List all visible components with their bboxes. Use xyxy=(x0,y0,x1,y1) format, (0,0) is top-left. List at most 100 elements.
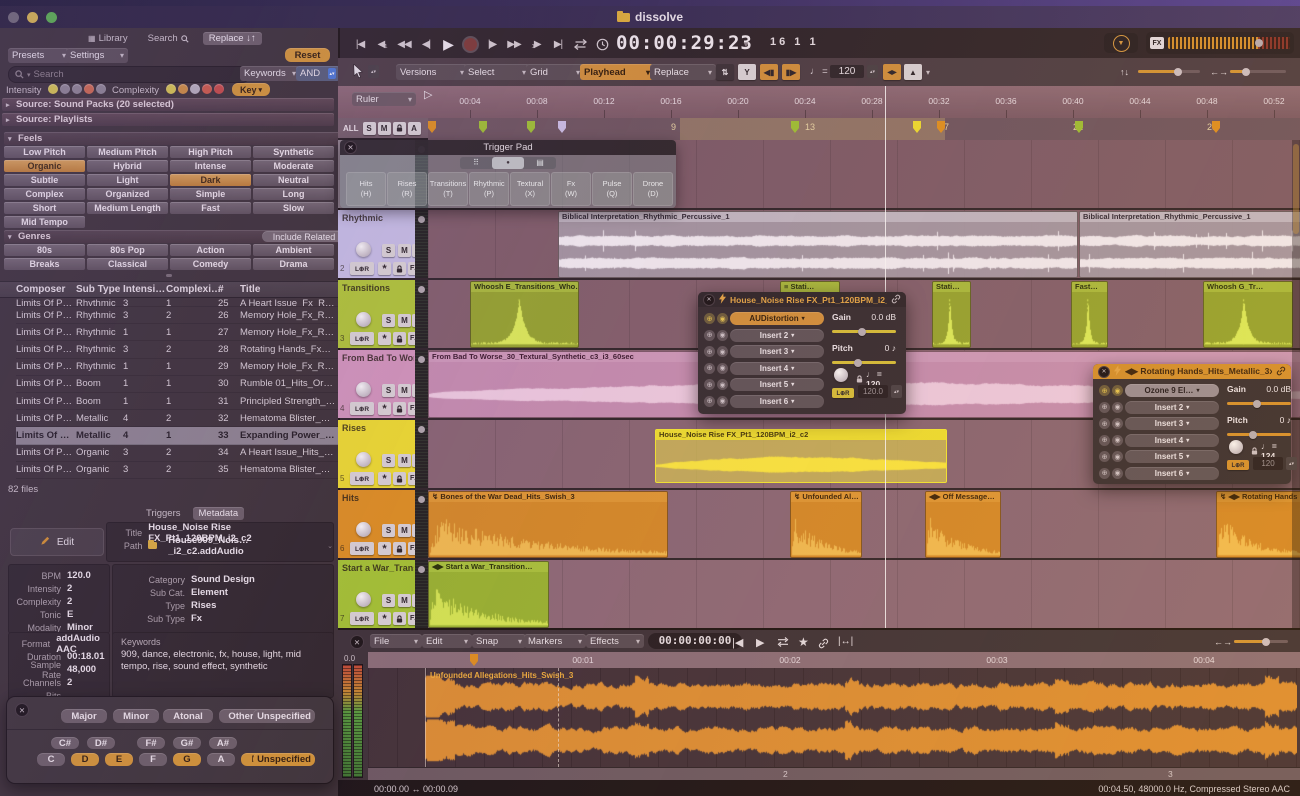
track-mute-button[interactable]: M xyxy=(398,314,411,327)
pad-view-segmented-control[interactable]: ⠿ ● ▤ xyxy=(460,157,556,169)
pan-icon[interactable]: ◀▶ xyxy=(883,64,901,80)
play-start-marker[interactable]: ▷ xyxy=(424,88,432,101)
key-unspecified-button[interactable]: Unspecified xyxy=(253,753,315,766)
track-solo-button[interactable]: S xyxy=(382,594,395,607)
intensity-dot-2[interactable] xyxy=(60,84,70,94)
insert-power-icon[interactable]: ◉ xyxy=(1112,468,1123,479)
feel-slow[interactable]: Slow xyxy=(253,202,334,214)
keywords-dropdown[interactable]: Keywords▾ xyxy=(240,66,300,81)
track-solo-button[interactable]: S xyxy=(382,384,395,397)
column-header-[interactable]: # xyxy=(218,284,240,295)
editor-menu-markers[interactable]: Markers▾ xyxy=(524,634,586,648)
table-row[interactable]: Limits Of Per…Boom1131Principled Strengt… xyxy=(16,393,338,410)
track-mute-button[interactable]: M xyxy=(398,384,411,397)
feel-mid-tempo[interactable]: Mid Tempo xyxy=(4,216,85,228)
editor-menu-snap[interactable]: Snap▾ xyxy=(472,634,526,648)
all-mute-button[interactable]: M xyxy=(378,122,391,135)
track-volume-knob[interactable] xyxy=(356,522,371,537)
track-freeze-icon[interactable]: * xyxy=(378,402,391,415)
insert-route-icon[interactable]: ⊕ xyxy=(704,396,715,407)
trigger-pad-rises[interactable]: Rises(R) xyxy=(387,172,427,206)
timeline-marker[interactable] xyxy=(428,121,436,133)
complexity-dot-4[interactable] xyxy=(202,84,212,94)
insert-power-icon[interactable]: ◉ xyxy=(717,313,728,324)
ruler-dropdown[interactable]: Ruler▾ xyxy=(352,92,416,106)
tab-search[interactable]: Search xyxy=(142,32,195,45)
playhead-dropdown[interactable]: Playhead▾ xyxy=(580,64,654,80)
track-header-rhythmic[interactable]: RhythmicSMA2L⊕R*FX xyxy=(338,210,428,278)
editor-timecode[interactable]: 00:00:00:00 xyxy=(648,633,742,649)
table-row[interactable]: Limits Of Per…Metallic4232Hematoma Blist… xyxy=(16,410,338,427)
table-row[interactable]: Limits Of Per…Rhythmic3226Memory Hole_Fx… xyxy=(16,307,338,324)
editor-menu-effects[interactable]: Effects▾ xyxy=(586,634,644,648)
trigger-pad-textural[interactable]: Textural(X) xyxy=(510,172,550,206)
tab-metadata[interactable]: Metadata xyxy=(193,507,245,520)
track-volume-knob[interactable] xyxy=(356,382,371,397)
key-note-a[interactable]: A xyxy=(207,753,235,766)
clip-stati[interactable]: Stati… xyxy=(932,281,971,348)
splitter-handle[interactable] xyxy=(166,274,172,277)
insert-route-icon[interactable]: ⊕ xyxy=(704,330,715,341)
insert-route-icon[interactable]: ⊕ xyxy=(1099,468,1110,479)
track-lr-button[interactable]: L⊕R xyxy=(350,542,374,555)
plugin-tempo-field[interactable]: 120 xyxy=(1253,457,1283,470)
insert-power-icon[interactable]: ◉ xyxy=(717,379,728,390)
track-lock-icon[interactable] xyxy=(393,402,406,415)
favorite-star-icon[interactable]: ★ xyxy=(798,635,809,649)
key-mode-major[interactable]: Major xyxy=(61,709,107,723)
grid-view-icon[interactable]: ⠿ xyxy=(460,157,492,169)
track-lr-button[interactable]: L⊕R xyxy=(350,332,374,345)
source-sound-packs-20-selected[interactable]: ▸Source: Sound Packs (20 selected) xyxy=(2,98,334,111)
source-playlists[interactable]: ▸Source: Playlists xyxy=(2,113,334,126)
clip-start-a-war-transition[interactable]: ◀▶ Start a War_Transition… xyxy=(428,561,549,628)
insert-route-icon[interactable]: ⊕ xyxy=(1099,418,1110,429)
insert-slot-3[interactable]: Insert 3▾ xyxy=(1125,417,1219,430)
key-note-f[interactable]: F# xyxy=(137,737,165,749)
feel-moderate[interactable]: Moderate xyxy=(253,160,334,172)
complexity-dot-3[interactable] xyxy=(190,84,200,94)
metronome-caret[interactable]: ▾ xyxy=(926,68,930,77)
fade-in-icon[interactable]: ◀▮ xyxy=(760,64,778,80)
track-lock-icon[interactable] xyxy=(393,262,406,275)
close-icon[interactable]: ✕ xyxy=(15,703,29,717)
track-header-from-bad-to-wors[interactable]: From Bad To Wors…SMA4L⊕R*FX xyxy=(338,350,428,418)
table-row[interactable]: Limits Of Per…Metallic4133Expanding Powe… xyxy=(16,427,338,444)
key-note-c[interactable]: C xyxy=(37,753,65,766)
horizontal-zoom-slider[interactable] xyxy=(1230,70,1286,73)
feel-subtle[interactable]: Subtle xyxy=(4,174,85,186)
gain-slider[interactable] xyxy=(1227,402,1291,405)
complexity-dot-1[interactable] xyxy=(166,84,176,94)
editor-bar-ruler[interactable]: 23 xyxy=(368,767,1300,781)
plugin-lr-button[interactable]: L⊕R xyxy=(1227,460,1249,470)
feel-synthetic[interactable]: Synthetic xyxy=(253,146,334,158)
insert-power-icon[interactable]: ◉ xyxy=(717,363,728,374)
key-note-d[interactable]: D# xyxy=(87,737,115,749)
track-freeze-icon[interactable]: * xyxy=(378,472,391,485)
pitch-slider[interactable] xyxy=(832,361,896,364)
genre-comedy[interactable]: Comedy xyxy=(170,258,251,270)
close-icon[interactable]: ✕ xyxy=(1098,366,1110,378)
replace-dropdown[interactable]: Replace▾ xyxy=(650,64,716,80)
insert-power-icon[interactable]: ◉ xyxy=(717,346,728,357)
boolean-select[interactable]: AND▴▾ xyxy=(296,66,340,81)
all-solo-button[interactable]: S xyxy=(363,122,376,135)
track-volume-knob[interactable] xyxy=(356,592,371,607)
gain-slider[interactable] xyxy=(832,330,896,333)
track-lock-icon[interactable] xyxy=(393,542,406,555)
insert-slot-1[interactable]: AUDistortion▾ xyxy=(730,312,824,325)
genre-ambient[interactable]: Ambient xyxy=(253,244,334,256)
key-note-g[interactable]: G# xyxy=(173,737,201,749)
column-header-sub-type[interactable]: Sub Type xyxy=(76,284,123,295)
track-solo-button[interactable]: S xyxy=(382,524,395,537)
keys-view-icon[interactable]: ▤ xyxy=(524,157,556,169)
feel-intense[interactable]: Intense xyxy=(170,160,251,172)
complexity-dot-5[interactable] xyxy=(214,84,224,94)
insert-slot-4[interactable]: Insert 4▾ xyxy=(1125,434,1219,447)
feel-medium-length[interactable]: Medium Length xyxy=(87,202,168,214)
intensity-dot-1[interactable] xyxy=(48,84,58,94)
table-row[interactable]: Limits Of Per…Rhythmic1129Memory Hole_Fx… xyxy=(16,359,338,376)
editor-play-icon[interactable]: ▶ xyxy=(756,636,764,649)
insert-route-icon[interactable]: ⊕ xyxy=(1099,385,1110,396)
clip-off-message[interactable]: ◀▶ Off Message… xyxy=(925,491,1001,558)
split-tool-icon[interactable]: Y xyxy=(738,64,756,80)
